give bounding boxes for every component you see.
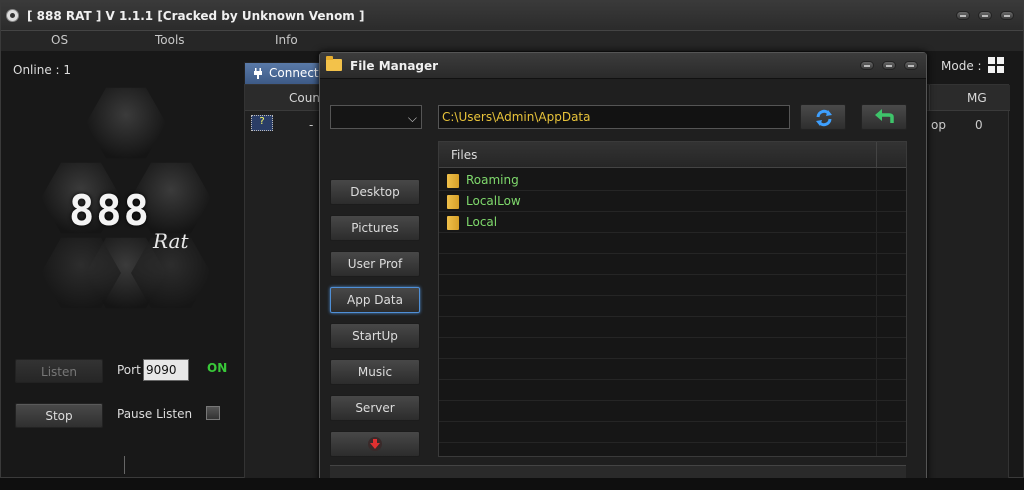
- column-separator: [876, 142, 877, 168]
- nav-app-data[interactable]: App Data: [330, 287, 420, 313]
- logo-text: 888: [69, 186, 151, 235]
- folder-icon: [447, 174, 459, 188]
- nav-server[interactable]: Server: [330, 395, 420, 421]
- file-name: Roaming: [466, 173, 519, 187]
- row-divider: [439, 337, 906, 338]
- column-separator: [929, 85, 930, 111]
- tab-connections[interactable]: Connecti: [244, 62, 324, 84]
- app-icon[interactable]: [6, 9, 19, 22]
- mode-label: Mode :: [941, 59, 982, 73]
- file-manager-title: File Manager: [350, 59, 439, 73]
- menu-os[interactable]: OS: [51, 33, 68, 47]
- folder-icon: [447, 216, 459, 230]
- row-divider: [439, 274, 906, 275]
- folder-icon: [447, 195, 459, 209]
- file-name: Local: [466, 215, 498, 229]
- online-count: Online : 1: [13, 63, 72, 77]
- pause-listen-label: Pause Listen: [117, 407, 193, 421]
- row-divider: [439, 379, 906, 380]
- port-label: Port: [117, 363, 141, 377]
- nav-music[interactable]: Music: [330, 359, 420, 385]
- plug-icon: [254, 68, 262, 79]
- cell-mg: 0: [975, 118, 983, 132]
- nav-desktop[interactable]: Desktop: [330, 179, 420, 205]
- title-bar: [ 888 RAT ] V 1.1.1 [Cracked by Unknown …: [1, 1, 1023, 31]
- row-divider: [439, 358, 906, 359]
- file-name: LocalLow: [466, 194, 521, 208]
- logo-subtext: Rat: [153, 229, 189, 253]
- bottom-strip: [0, 478, 1024, 490]
- path-input[interactable]: C:\Users\Admin\AppData: [438, 105, 790, 129]
- files-column-header[interactable]: Files: [451, 148, 477, 162]
- menu-bar: OS Tools Info: [1, 31, 1023, 51]
- file-row[interactable]: LocalLow: [447, 192, 647, 212]
- minimize-button[interactable]: [956, 11, 970, 20]
- refresh-icon: [816, 109, 832, 127]
- listen-button[interactable]: Listen: [15, 359, 103, 383]
- divider: [124, 456, 125, 474]
- windows-icon: [988, 57, 1004, 73]
- nav-user-profile[interactable]: User Prof: [330, 251, 420, 277]
- fm-minimize-button[interactable]: [860, 61, 874, 70]
- back-button[interactable]: [861, 104, 907, 130]
- stop-button[interactable]: Stop: [15, 403, 103, 428]
- refresh-button[interactable]: [800, 104, 846, 130]
- row-divider: [439, 295, 906, 296]
- fm-maximize-button[interactable]: [882, 61, 896, 70]
- menu-tools[interactable]: Tools: [155, 33, 185, 47]
- logo: 888 Rat: [41, 83, 216, 333]
- row-divider: [439, 421, 906, 422]
- column-mg[interactable]: MG: [967, 91, 987, 105]
- flag-unknown-icon: ?: [251, 115, 273, 131]
- close-button[interactable]: [1000, 11, 1014, 20]
- row-divider: [439, 316, 906, 317]
- back-arrow-icon: [875, 109, 894, 123]
- pause-listen-checkbox[interactable]: [206, 406, 220, 420]
- port-input[interactable]: 9090: [143, 359, 189, 381]
- row-divider: [439, 253, 906, 254]
- row-divider: [439, 400, 906, 401]
- column-country[interactable]: Coun: [289, 91, 320, 105]
- files-header: Files: [439, 142, 906, 168]
- drive-select[interactable]: ⌵: [330, 105, 422, 129]
- tab-connections-label: Connecti: [269, 66, 322, 80]
- file-manager-titlebar: File Manager: [320, 53, 926, 79]
- window-title: [ 888 RAT ] V 1.1.1 [Cracked by Unknown …: [27, 9, 365, 23]
- cell-partial: op: [931, 118, 946, 132]
- file-manager-dialog: File Manager ⌵ C:\Users\Admin\AppData De…: [319, 52, 927, 490]
- cell-country: -: [309, 118, 314, 132]
- listen-status: ON: [207, 361, 228, 375]
- file-row[interactable]: Local: [447, 213, 647, 233]
- maximize-button[interactable]: [978, 11, 992, 20]
- download-button[interactable]: [330, 431, 420, 457]
- nav-pictures[interactable]: Pictures: [330, 215, 420, 241]
- fm-close-button[interactable]: [904, 61, 918, 70]
- nav-startup[interactable]: StartUp: [330, 323, 420, 349]
- menu-info[interactable]: Info: [275, 33, 298, 47]
- folder-icon: [326, 56, 342, 71]
- chevron-down-icon: ⌵: [407, 111, 417, 125]
- files-list: Files Roaming LocalLow Local: [438, 141, 907, 457]
- download-arrow-icon: [368, 437, 382, 451]
- hex-tile: [86, 87, 166, 159]
- file-row[interactable]: Roaming: [447, 171, 647, 191]
- row-divider: [439, 442, 906, 443]
